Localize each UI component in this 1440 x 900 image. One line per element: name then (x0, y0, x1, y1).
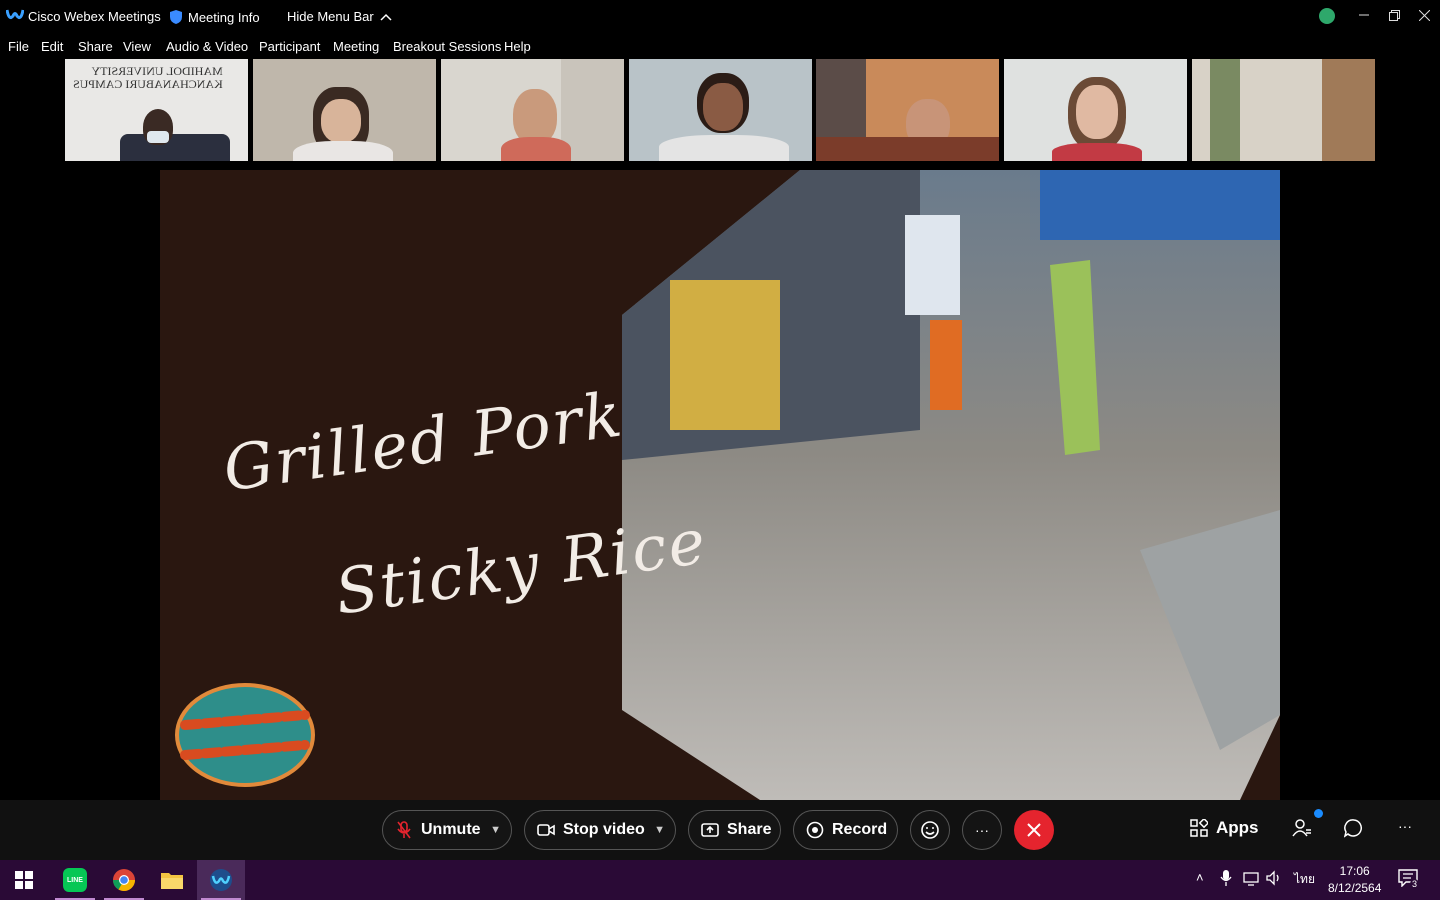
menu-help[interactable]: Help (504, 39, 531, 54)
menu-breakout-sessions[interactable]: Breakout Sessions (393, 39, 501, 54)
title-bar: Cisco Webex Meetings Meeting Info Hide M… (0, 0, 1440, 34)
chevron-up-icon (380, 13, 392, 21)
more-label: ··· (975, 822, 989, 838)
sign-line-2: KANCHANABURI CAMPUS (73, 77, 223, 91)
close-icon (1418, 9, 1430, 21)
restore-icon (1388, 9, 1400, 21)
shield-icon (170, 10, 182, 24)
meeting-controls: Unmute ▼ Stop video ▼ Share Record ··· A… (0, 800, 1440, 860)
windows-taskbar: LINE ˄ ไทย 17:06 8/12/2564 3 (0, 860, 1440, 900)
webex-logo-icon (6, 9, 24, 19)
show-hidden-icons-button[interactable]: ˄ (1196, 870, 1204, 885)
share-label: Share (727, 821, 772, 838)
menu-file[interactable]: File (8, 39, 29, 54)
participants-icon (1292, 819, 1311, 837)
participant-video-1[interactable]: MAHIDOL UNIVERSITY KANCHANABURI CAMPUS (65, 59, 248, 161)
apps-grid-icon (1190, 819, 1208, 837)
network-health-icon[interactable] (1319, 8, 1335, 24)
menu-participant[interactable]: Participant (259, 39, 320, 54)
volume-icon[interactable] (1266, 870, 1282, 886)
clock-time: 17:06 (1339, 864, 1370, 878)
taskbar-file-explorer[interactable] (148, 860, 196, 900)
meeting-info-label: Meeting Info (188, 9, 260, 25)
menu-bar: File Edit Share View Audio & Video Parti… (0, 34, 1440, 58)
participant-video-4[interactable] (629, 59, 812, 161)
menu-edit[interactable]: Edit (41, 39, 63, 54)
share-button[interactable]: Share (688, 810, 781, 850)
input-language[interactable]: ไทย (1294, 870, 1315, 889)
menu-meeting[interactable]: Meeting (333, 39, 379, 54)
clock-date: 8/12/2564 (1328, 881, 1382, 895)
record-button[interactable]: Record (793, 810, 898, 850)
end-meeting-button[interactable] (1014, 810, 1054, 850)
restore-button[interactable] (1379, 4, 1409, 26)
system-clock[interactable]: 17:06 8/12/2564 (1328, 863, 1381, 897)
apps-button[interactable]: Apps (1190, 818, 1259, 838)
webex-icon (210, 869, 232, 891)
meeting-info-button[interactable]: Meeting Info (169, 9, 260, 25)
taskbar-chrome-app[interactable] (100, 860, 148, 900)
hide-menu-label: Hide Menu Bar (287, 9, 374, 24)
menu-audio-video[interactable]: Audio & Video (166, 39, 248, 54)
share-screen-icon (701, 821, 719, 839)
taskbar-line-app[interactable]: LINE (51, 860, 99, 900)
participant-video-6[interactable] (1004, 59, 1187, 161)
unmute-button[interactable]: Unmute ▼ (382, 810, 512, 850)
chrome-icon (113, 869, 135, 891)
participant-video-5[interactable] (816, 59, 999, 161)
participant-strip: MAHIDOL UNIVERSITY KANCHANABURI CAMPUS (65, 59, 1375, 161)
stop-video-label: Stop video (563, 821, 645, 838)
chevron-down-icon[interactable]: ▼ (490, 824, 501, 836)
overflow-menu-button[interactable]: ··· (1398, 818, 1412, 834)
chat-button[interactable] (1344, 818, 1364, 838)
record-label: Record (832, 821, 888, 838)
shared-content: Grilled Pork Sticky Rice (160, 170, 1280, 800)
line-app-icon: LINE (63, 868, 87, 892)
close-button[interactable] (1409, 4, 1439, 26)
app-title: Cisco Webex Meetings (28, 9, 161, 24)
participant-video-3[interactable] (441, 59, 624, 161)
chevron-down-icon[interactable]: ▼ (654, 824, 665, 836)
taskbar-webex-app[interactable] (197, 860, 245, 900)
stop-video-button[interactable]: Stop video ▼ (524, 810, 676, 850)
smiley-icon (921, 821, 939, 839)
notification-dot (1314, 809, 1323, 818)
overflow-label: ··· (1398, 818, 1412, 834)
chat-bubble-icon (1344, 819, 1362, 838)
hide-menu-bar-button[interactable]: Hide Menu Bar (287, 9, 392, 24)
participants-button[interactable] (1292, 809, 1323, 838)
close-icon (1027, 823, 1041, 837)
mic-muted-icon (395, 821, 413, 839)
video-camera-icon (537, 821, 555, 839)
start-button[interactable] (0, 860, 48, 900)
notification-count: 3 (1410, 879, 1420, 889)
unmute-label: Unmute (421, 821, 481, 838)
participant-video-7[interactable] (1192, 59, 1375, 161)
minimize-icon (1359, 14, 1369, 16)
record-icon (806, 821, 824, 839)
microphone-icon[interactable] (1220, 870, 1232, 886)
windows-logo-icon (15, 871, 33, 889)
more-options-button[interactable]: ··· (962, 810, 1002, 850)
menu-view[interactable]: View (123, 39, 151, 54)
skewer-logo (175, 683, 315, 787)
minimize-button[interactable] (1349, 4, 1379, 26)
network-icon[interactable] (1243, 870, 1259, 886)
participant-video-2[interactable] (253, 59, 436, 161)
folder-icon (161, 873, 183, 889)
reactions-button[interactable] (910, 810, 950, 850)
action-center-button[interactable]: 3 (1398, 869, 1420, 892)
apps-label: Apps (1216, 818, 1259, 837)
menu-share[interactable]: Share (78, 39, 113, 54)
